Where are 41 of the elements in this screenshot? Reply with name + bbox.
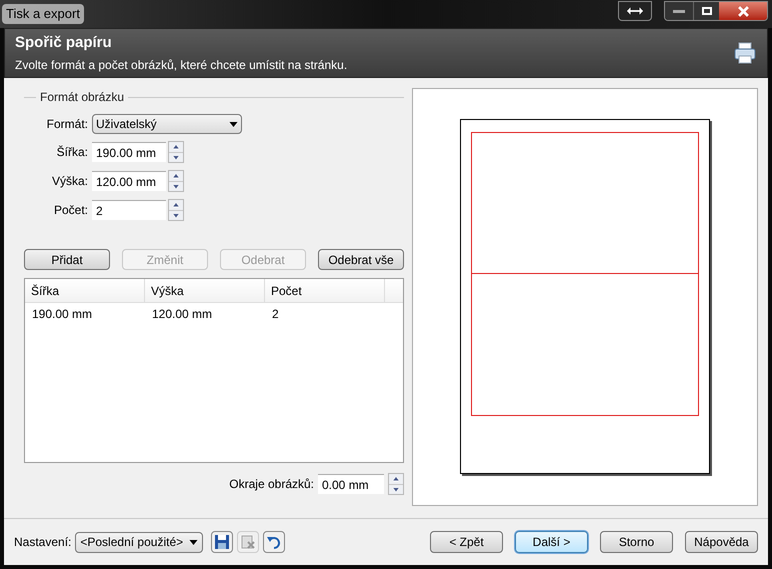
field-label: Formát: [46,116,88,133]
maximize-icon[interactable] [693,2,719,20]
margin-field[interactable]: 0.00 mm [318,474,384,494]
spinner-arrows-icon[interactable] [388,473,404,495]
page-title: Spořič papíru [15,32,113,53]
field-label: Šířka: [56,144,88,161]
dialog-button[interactable]: Storno [600,531,673,553]
resize-arrows-icon[interactable] [618,1,652,21]
group-title: Formát obrázku [40,89,124,106]
window-title: Tisk a export [2,4,84,24]
page-subtitle: Zvolte formát a počet obrázků, které chcete umístit na stránku. [15,57,348,74]
number-field[interactable]: 190.00 mm [92,142,166,162]
column-header[interactable]: Šířka [25,279,145,302]
column-header[interactable]: Výška [145,279,265,302]
close-icon[interactable] [719,2,767,20]
spinner-arrows-icon[interactable] [168,141,184,163]
settings-dropdown[interactable]: <Poslední použité> [75,532,204,552]
minimize-icon[interactable] [665,2,693,20]
format-dropdown[interactable]: Uživatelský [92,114,242,134]
margin-label: Okraje obrázků: [229,476,314,493]
number-field[interactable]: 2 [92,200,166,220]
field-label: Výška: [50,173,88,190]
table-cell-text: 190.00 mm [31,306,94,323]
dialog-button[interactable]: Nápověda [685,531,758,553]
settings-label: Nastavení: [14,534,72,551]
dialog-button[interactable]: Další > [515,531,588,553]
undo-icon[interactable] [263,531,286,553]
printer-icon [733,41,757,65]
column-header[interactable]: Počet [265,279,385,302]
caret-icon [229,122,238,126]
dialog-button[interactable]: < Zpět [430,531,503,553]
action-button[interactable]: Přidat [24,249,110,270]
save-icon[interactable] [211,531,234,553]
spinner-arrows-icon[interactable] [168,199,184,221]
table-cell-text: 120.00 mm [151,306,214,323]
spinner-arrows-icon[interactable] [168,170,184,192]
table-cell-text: 2 [271,306,280,323]
number-field[interactable]: 120.00 mm [92,171,166,191]
caret-icon [189,540,198,544]
action-button[interactable]: Odebrat vše [318,249,404,270]
field-label: Počet: [52,202,88,219]
